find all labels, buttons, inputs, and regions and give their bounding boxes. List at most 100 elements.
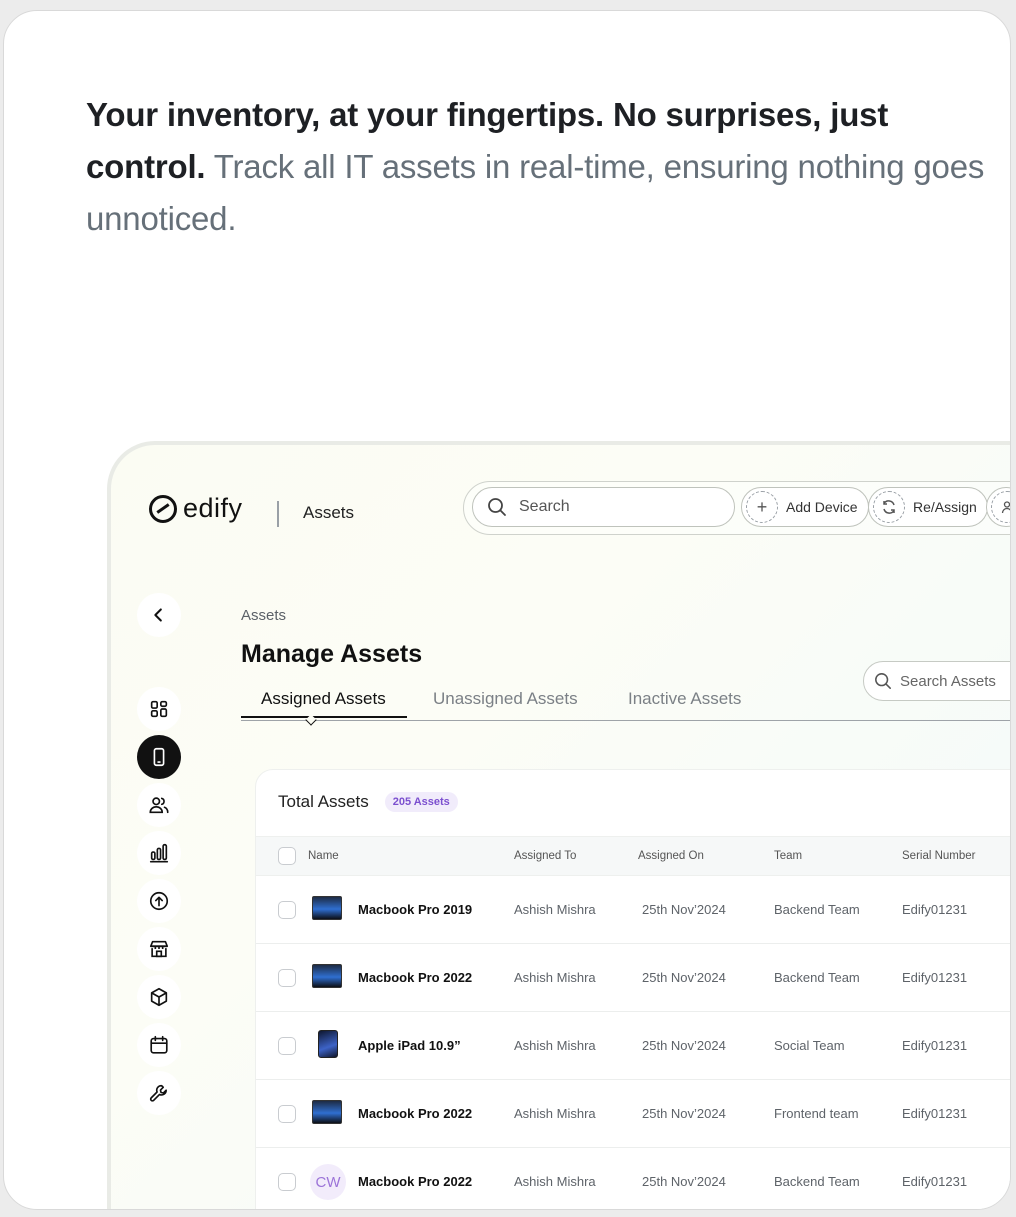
tab-assigned-assets[interactable]: Assigned Assets — [261, 689, 386, 709]
table-header: Name Assigned To Assigned On Team Serial… — [256, 836, 1010, 876]
sidebar-item-inventory[interactable] — [137, 975, 181, 1019]
team: Social Team — [774, 1038, 845, 1053]
row-checkbox[interactable] — [278, 969, 296, 987]
search-assets-input[interactable]: Search Assets — [863, 661, 1010, 701]
table-row[interactable]: Macbook Pro 2019 Ashish Mishra 25th Nov’… — [256, 876, 1010, 944]
asset-name[interactable]: Macbook Pro 2022 — [358, 1106, 472, 1121]
toolbar: Search + Add Device Re/Assign — [463, 481, 1010, 535]
header-divider — [277, 501, 279, 527]
box-icon — [150, 987, 168, 1007]
store-icon — [149, 940, 169, 958]
bar-chart-icon — [149, 843, 169, 863]
sidebar-item-calendar[interactable] — [137, 1023, 181, 1067]
top-bar: edify Assets Search + Add Device Re/Assi… — [111, 445, 1010, 565]
sidebar-item-reports[interactable] — [137, 831, 181, 875]
headline-muted: Track all IT assets in real-time, ensuri… — [86, 148, 985, 237]
page-title: Manage Assets — [241, 640, 423, 668]
serial-number: Edify01231 — [902, 1174, 968, 1189]
edify-logo[interactable]: edify — [149, 493, 243, 524]
search-icon — [488, 498, 506, 516]
table-row[interactable]: CW Macbook Pro 2022 Ashish Mishra 25th N… — [256, 1148, 1010, 1209]
team: Backend Team — [774, 1174, 860, 1189]
calendar-icon — [150, 1035, 168, 1054]
edify-logo-icon — [149, 494, 177, 523]
assets-table: Total Assets 205 Assets Name Assigned To… — [255, 769, 1010, 1209]
search-icon — [875, 673, 891, 689]
assigned-on: 25th Nov’2024 — [642, 970, 726, 985]
refresh-icon — [873, 491, 905, 523]
asset-name[interactable]: Macbook Pro 2022 — [358, 970, 472, 985]
asset-name[interactable]: Apple iPad 10.9” — [358, 1038, 461, 1053]
tab-inactive-assets[interactable]: Inactive Assets — [628, 689, 741, 709]
tablet-thumbnail — [318, 1030, 338, 1058]
user-button[interactable] — [986, 487, 1010, 527]
team: Backend Team — [774, 970, 860, 985]
laptop-thumbnail — [312, 964, 342, 988]
assigned-to: Ashish Mishra — [514, 1038, 596, 1053]
column-header-team[interactable]: Team — [774, 850, 802, 862]
reassign-label: Re/Assign — [913, 499, 977, 515]
add-device-button[interactable]: + Add Device — [741, 487, 869, 527]
sidebar-item-users[interactable] — [137, 783, 181, 827]
dashboard-icon — [150, 700, 168, 718]
add-device-label: Add Device — [786, 499, 858, 515]
select-all-checkbox[interactable] — [278, 847, 296, 865]
table-row[interactable]: Macbook Pro 2022 Ashish Mishra 25th Nov’… — [256, 1080, 1010, 1148]
laptop-thumbnail — [312, 896, 342, 920]
user-icon — [991, 491, 1010, 523]
sidebar-item-dashboard[interactable] — [137, 687, 181, 731]
search-assets-placeholder: Search Assets — [900, 672, 996, 690]
tab-unassigned-assets[interactable]: Unassigned Assets — [433, 689, 578, 709]
assigned-to: Ashish Mishra — [514, 970, 596, 985]
row-checkbox[interactable] — [278, 1105, 296, 1123]
feature-card: Your inventory, at your fingertips. No s… — [3, 10, 1011, 1210]
assigned-on: 25th Nov’2024 — [642, 1038, 726, 1053]
chevron-left-icon — [154, 608, 162, 622]
serial-number: Edify01231 — [902, 1038, 968, 1053]
team: Backend Team — [774, 902, 860, 917]
table-row[interactable]: Macbook Pro 2022 Ashish Mishra 25th Nov’… — [256, 944, 1010, 1012]
breadcrumb[interactable]: Assets — [241, 607, 286, 624]
headline: Your inventory, at your fingertips. No s… — [86, 89, 986, 245]
search-input[interactable]: Search — [472, 487, 735, 527]
laptop-thumbnail — [312, 1100, 342, 1124]
assigned-to: Ashish Mishra — [514, 902, 596, 917]
row-checkbox[interactable] — [278, 1173, 296, 1191]
logo-text: edify — [183, 493, 243, 523]
asset-name[interactable]: Macbook Pro 2019 — [358, 902, 472, 917]
upload-icon — [149, 891, 169, 911]
search-placeholder: Search — [519, 498, 570, 515]
assigned-on: 25th Nov’2024 — [642, 902, 726, 917]
total-assets-row: Total Assets 205 Assets — [278, 792, 458, 812]
assigned-on: 25th Nov’2024 — [642, 1106, 726, 1121]
sidebar-item-upload[interactable] — [137, 879, 181, 923]
assigned-on: 25th Nov’2024 — [642, 1174, 726, 1189]
column-header-assigned-on[interactable]: Assigned On — [638, 850, 704, 862]
assigned-to: Ashish Mishra — [514, 1174, 596, 1189]
total-assets-label: Total Assets — [278, 792, 369, 811]
app-preview-frame: edify Assets Search + Add Device Re/Assi… — [107, 441, 1010, 1209]
serial-number: Edify01231 — [902, 970, 968, 985]
wrench-icon — [149, 1084, 167, 1102]
column-header-name[interactable]: Name — [308, 850, 339, 862]
collapse-sidebar-button[interactable] — [137, 593, 181, 637]
section-title: Assets — [303, 503, 355, 522]
column-header-serial-number[interactable]: Serial Number — [902, 850, 976, 862]
serial-number: Edify01231 — [902, 902, 968, 917]
reassign-button[interactable]: Re/Assign — [868, 487, 988, 527]
plus-icon: + — [746, 491, 778, 523]
sidebar-item-devices[interactable] — [137, 735, 181, 779]
users-icon — [149, 797, 169, 814]
column-header-assigned-to[interactable]: Assigned To — [514, 850, 576, 862]
device-icon — [153, 747, 165, 767]
table-row[interactable]: Apple iPad 10.9” Ashish Mishra 25th Nov’… — [256, 1012, 1010, 1080]
row-checkbox[interactable] — [278, 1037, 296, 1055]
assigned-to: Ashish Mishra — [514, 1106, 596, 1121]
active-tab-indicator — [241, 716, 407, 718]
asset-name[interactable]: Macbook Pro 2022 — [358, 1174, 472, 1189]
sidebar-item-maintenance[interactable] — [137, 1071, 181, 1115]
sidebar-item-store[interactable] — [137, 927, 181, 971]
row-checkbox[interactable] — [278, 901, 296, 919]
assets-count-badge: 205 Assets — [384, 792, 458, 812]
team: Frontend team — [774, 1106, 859, 1121]
